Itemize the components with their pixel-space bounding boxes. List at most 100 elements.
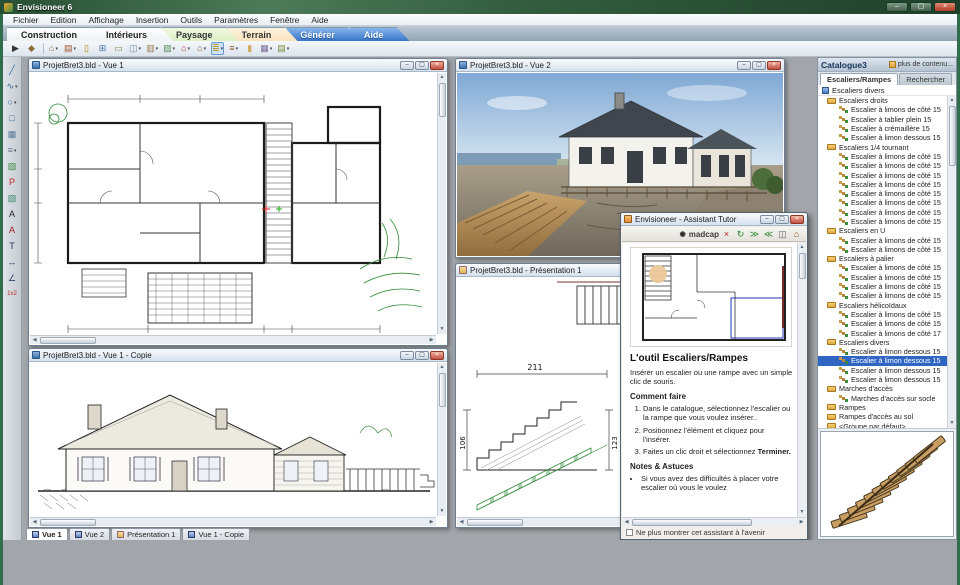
catalog-item[interactable]: Escalier à limons de côté 15	[818, 170, 947, 179]
catalog-item[interactable]: Escalier à limons de côté 15	[818, 189, 947, 198]
leader-text-tool[interactable]: A	[4, 223, 20, 238]
dialog-vertical-scrollbar[interactable]: ▲▼	[797, 243, 806, 517]
catalog-folder[interactable]: Escaliers hélicoïdaux	[818, 301, 947, 310]
catalog-folder[interactable]: Escaliers divers	[818, 338, 947, 347]
catalog-item[interactable]: Escalier à limons de côté 15	[818, 235, 947, 244]
scroll-thumb[interactable]	[799, 253, 806, 279]
vue1-canvas[interactable]	[30, 73, 436, 334]
text-tool[interactable]: A	[4, 207, 20, 222]
catalog-item[interactable]: Escalier à limons de côté 15	[818, 291, 947, 300]
menu-outils[interactable]: Outils	[174, 15, 208, 25]
scroll-up-icon[interactable]: ▲	[948, 96, 957, 105]
stairs-tool[interactable]: ≣▾	[211, 42, 224, 55]
close-icon[interactable]: ×	[430, 61, 444, 70]
grid-tool[interactable]: ▦	[4, 127, 20, 142]
menu-fenetre[interactable]: Fenêtre	[264, 15, 305, 25]
catalog-item[interactable]: Escalier à limons de côté 15	[818, 208, 947, 217]
close-button[interactable]: ×	[934, 2, 956, 12]
terrain-tool[interactable]: ▨▾	[162, 42, 176, 55]
catalog-item[interactable]: Escalier à limons de côté 15	[818, 245, 947, 254]
catalog-item[interactable]: Escalier à limons de côté 15	[818, 105, 947, 114]
ribbon-tab-generer[interactable]: Générer	[286, 27, 361, 41]
railing-tool[interactable]: ≡▾	[227, 42, 240, 55]
dont-show-checkbox[interactable]	[626, 529, 633, 536]
restore-icon[interactable]: ▢	[415, 61, 429, 70]
close-icon[interactable]: ×	[790, 215, 804, 224]
scroll-up-icon[interactable]: ▲	[438, 363, 447, 372]
scroll-thumb[interactable]	[40, 337, 96, 344]
catalog-item[interactable]: Escalier à limons de côté 15	[818, 217, 947, 226]
cabinet-tool[interactable]: ▥▾	[145, 42, 159, 55]
minimize-button[interactable]: –	[886, 2, 908, 12]
scroll-right-icon[interactable]: ▶	[427, 336, 436, 345]
refresh-icon[interactable]: ↻	[734, 228, 747, 241]
door-tool[interactable]: ▯	[80, 42, 93, 55]
ribbon-tab-paysage[interactable]: Paysage	[162, 27, 239, 41]
scroll-left-icon[interactable]: ◀	[457, 518, 466, 527]
catalog-item[interactable]: Escalier à crémaillère 15	[818, 124, 947, 133]
catalog-item[interactable]: Escalier à limons de côté 15	[818, 273, 947, 282]
image-export-tool[interactable]: ▧	[4, 191, 20, 206]
catalog-item[interactable]: Escalier à limon dessous 15	[818, 375, 947, 384]
view-tab-vue-2[interactable]: Vue 2	[69, 528, 110, 540]
menu-parametres[interactable]: Paramètres	[208, 15, 264, 25]
scroll-thumb[interactable]	[467, 519, 523, 526]
list-tool[interactable]: ≡▾	[4, 143, 20, 158]
minimize-icon[interactable]: –	[760, 215, 774, 224]
catalog-folder[interactable]: <Groupe par défaut>	[818, 421, 947, 429]
catalog-tab-escaliers-rampes[interactable]: Escaliers/Rampes	[820, 73, 898, 85]
curve-tool[interactable]: ∿▾	[4, 79, 20, 94]
catalog-item[interactable]: Escalier à limons de côté 15	[818, 180, 947, 189]
horizontal-scrollbar[interactable]: ◀▶	[30, 517, 436, 526]
scroll-down-icon[interactable]: ▼	[438, 325, 447, 334]
view-tab-presentation-1[interactable]: Présentation 1	[111, 528, 181, 540]
slab-tool[interactable]: ▭	[112, 42, 125, 55]
restore-icon[interactable]: ▢	[752, 61, 766, 70]
scroll-thumb[interactable]	[40, 519, 96, 526]
ribbon-tab-interieurs[interactable]: Intérieurs	[92, 27, 173, 41]
vertical-scrollbar[interactable]: ▲▼	[437, 73, 446, 334]
catalog-item[interactable]: Escalier à limons de côté 15	[818, 310, 947, 319]
roof-frame-tool[interactable]: ⌂▾	[195, 42, 208, 55]
wall-tool[interactable]: ▤▾	[63, 42, 77, 55]
window-vue2-titlebar[interactable]: ProjetBret3.bld - Vue 2 – ▢ ×	[456, 59, 784, 72]
more-content-link[interactable]: plus de contenu...	[889, 61, 953, 68]
scroll-left-icon[interactable]: ◀	[30, 336, 39, 345]
scroll-down-icon[interactable]: ▼	[948, 419, 957, 428]
catalog-item[interactable]: Escalier à limons de côté 15	[818, 319, 947, 328]
framing-tool[interactable]: ▦▾	[259, 42, 273, 55]
catalog-item[interactable]: Escalier à limon dessous 15	[818, 133, 947, 142]
scroll-down-icon[interactable]: ▼	[798, 508, 807, 517]
scroll-up-icon[interactable]: ▲	[798, 243, 807, 252]
ribbon-tab-construction[interactable]: Construction	[7, 27, 103, 41]
menu-aide[interactable]: Aide	[305, 15, 334, 25]
roof-tool[interactable]: ⌂▾	[179, 42, 192, 55]
restore-icon[interactable]: ▢	[415, 351, 429, 360]
ellipse-tool[interactable]: ○▾	[4, 95, 20, 110]
close-icon[interactable]: ×	[430, 351, 444, 360]
maximize-button[interactable]: ▢	[910, 2, 932, 12]
previous-topic-icon[interactable]: ≪	[762, 228, 775, 241]
dialog-titlebar[interactable]: Envisioneer - Assistant Tutor – ▢ ×	[621, 213, 807, 226]
view-tab-vue-1[interactable]: Vue 1	[26, 528, 68, 540]
line-tool[interactable]: ╱	[4, 63, 20, 78]
catalog-item[interactable]: Escalier à limons de côté 15	[818, 282, 947, 291]
catalog-item[interactable]: Escalier à limons de côté 17	[818, 328, 947, 337]
select-tool[interactable]: ▶	[9, 42, 22, 55]
menu-edition[interactable]: Edition	[45, 15, 83, 25]
minimize-icon[interactable]: –	[400, 61, 414, 70]
notes-tool[interactable]: ▤▾	[276, 42, 290, 55]
catalog-folder[interactable]: Escaliers en U	[818, 226, 947, 235]
vue1-copie-canvas[interactable]	[30, 363, 436, 516]
scroll-down-icon[interactable]: ▼	[438, 507, 447, 516]
column-tool[interactable]: ▮	[243, 42, 256, 55]
catalog-folder[interactable]: Escaliers droits	[818, 96, 947, 105]
rectangle-tool[interactable]: □	[4, 111, 20, 126]
scroll-thumb[interactable]	[439, 83, 446, 117]
print-icon[interactable]: ◫	[776, 228, 789, 241]
catalog-scrollbar[interactable]: ▲▼	[947, 96, 956, 428]
catalog-item[interactable]: Escalier à limons de côté 15	[818, 198, 947, 207]
ceiling-tool[interactable]: ◫▾	[128, 42, 142, 55]
eyedropper-tool[interactable]: ◆	[25, 42, 38, 55]
window-tool[interactable]: ⊞	[96, 42, 109, 55]
